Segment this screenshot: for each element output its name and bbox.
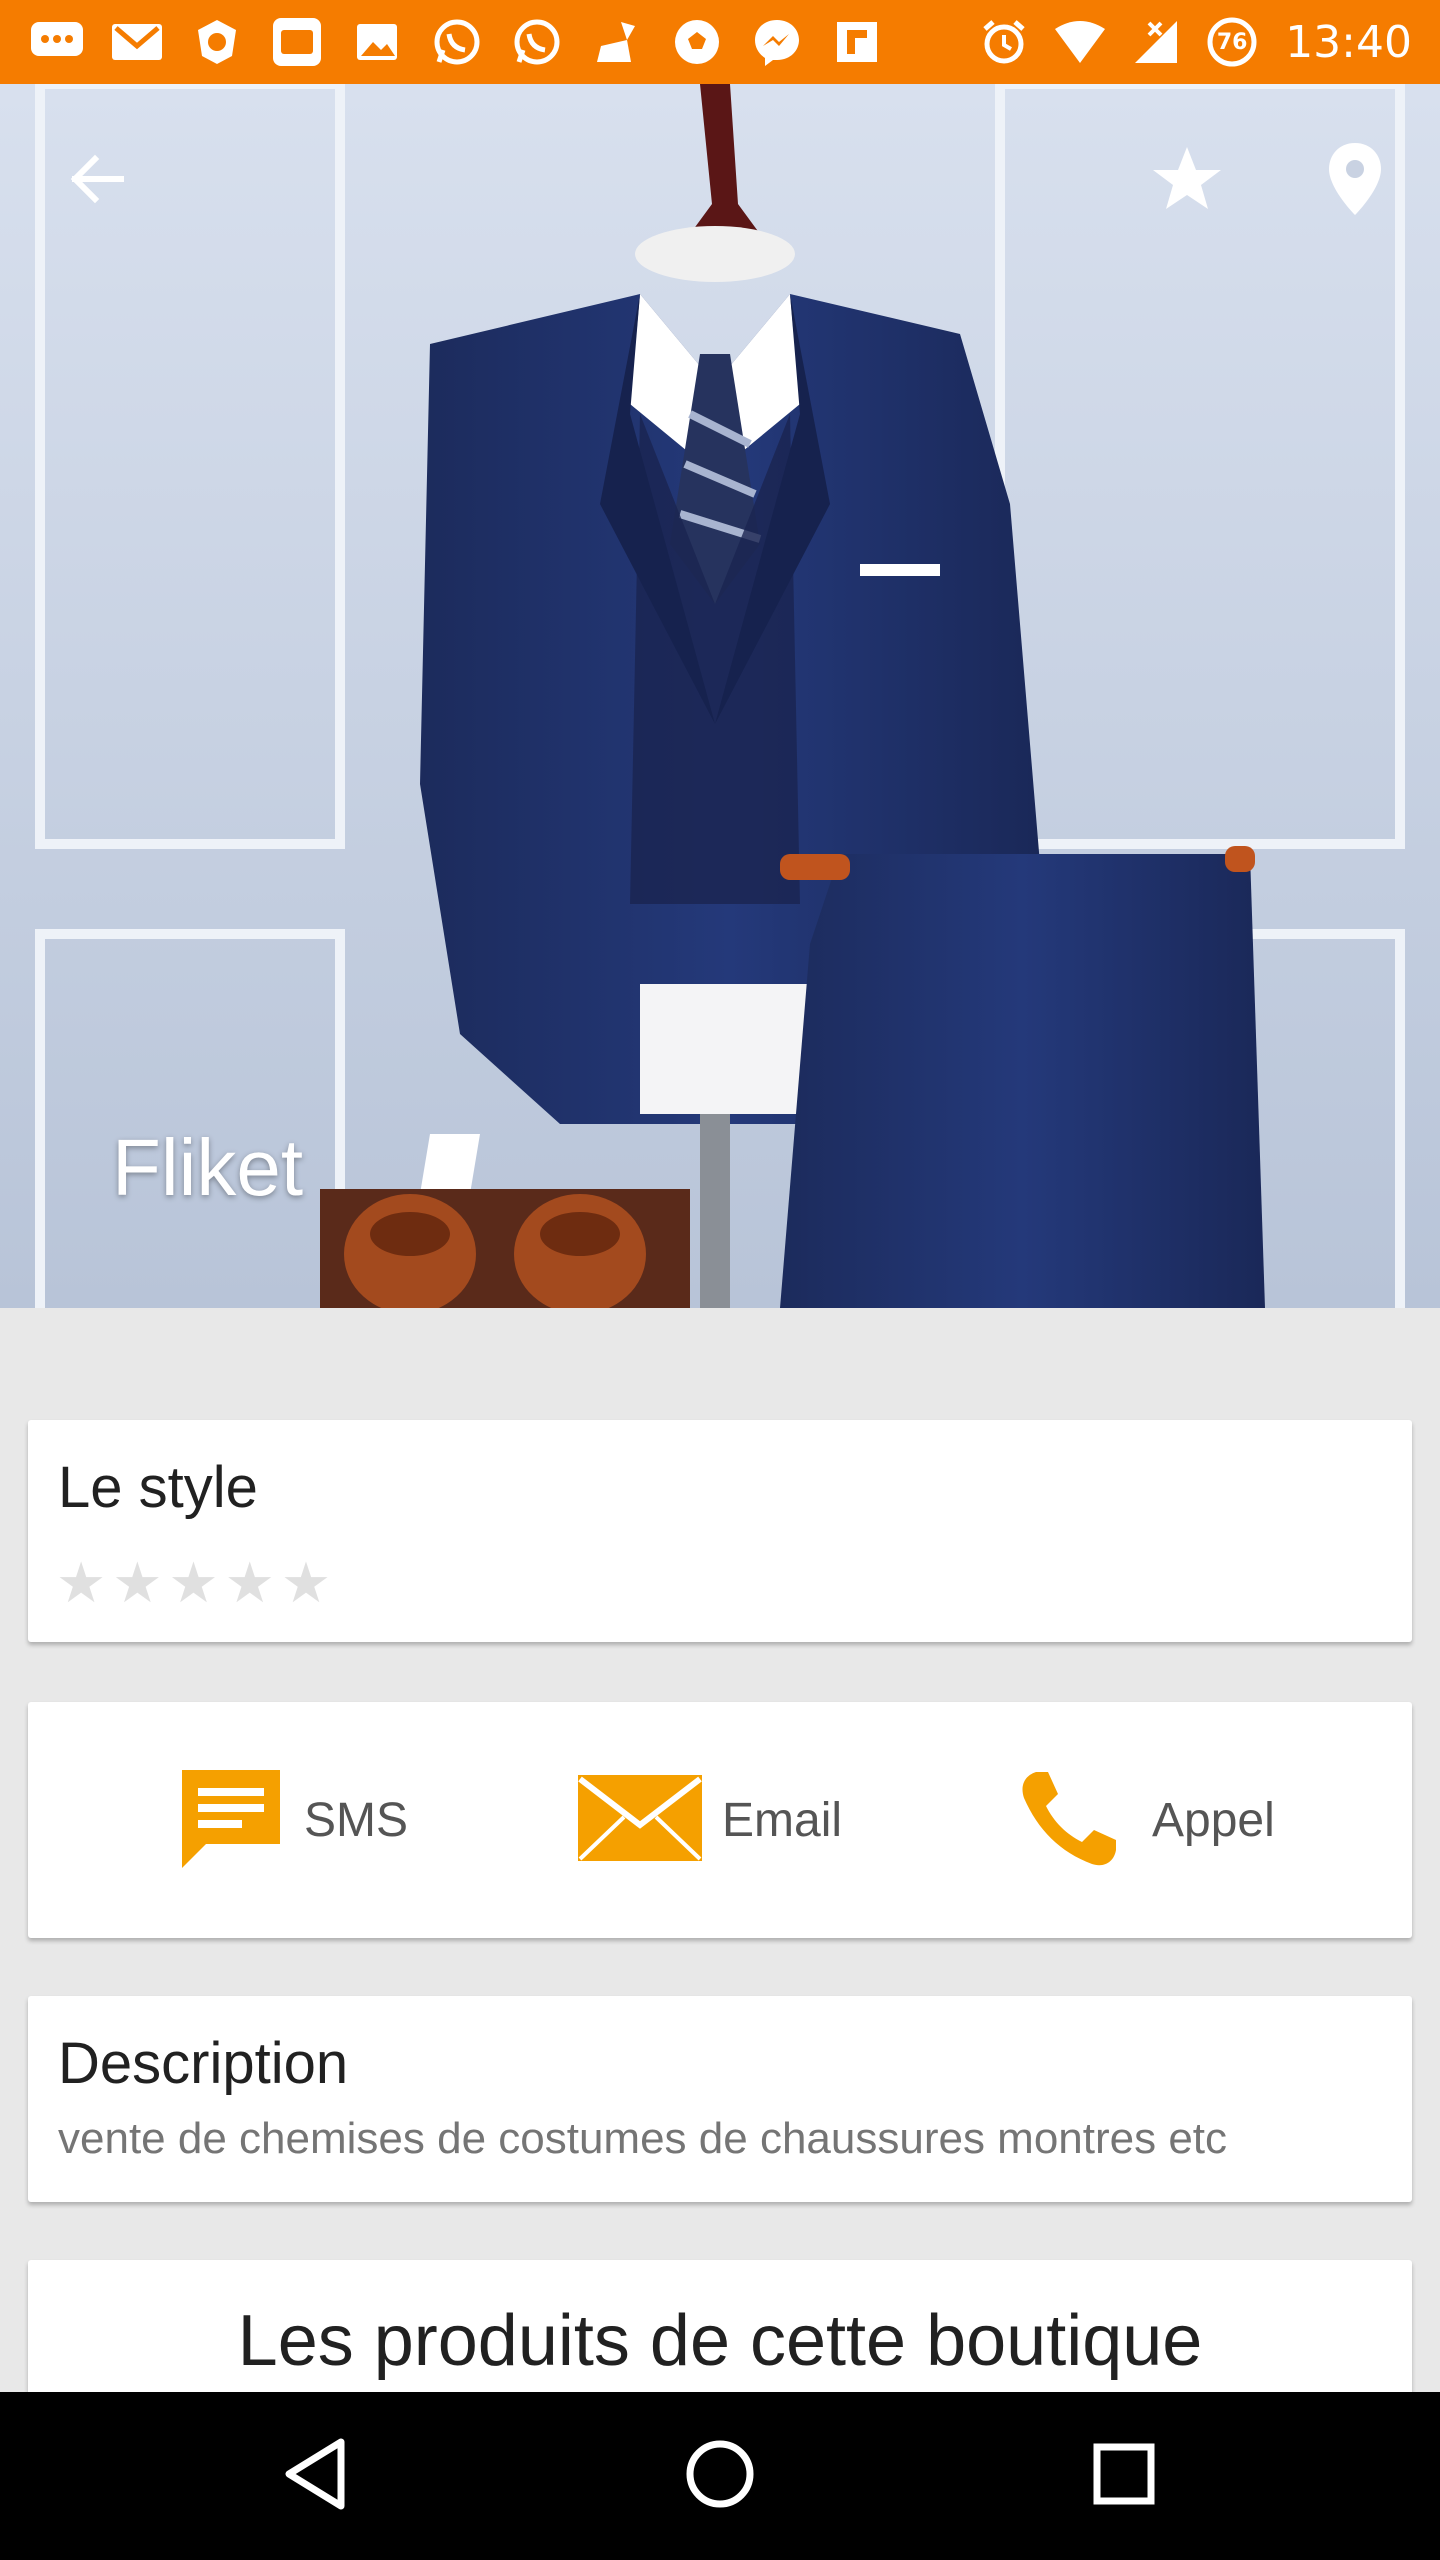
sms-button[interactable]: SMS: [176, 1764, 408, 1876]
shop-name: Fliket: [112, 1123, 304, 1212]
back-button[interactable]: [52, 136, 142, 226]
star-icon: [1151, 143, 1223, 219]
sms-icon: [176, 1764, 286, 1876]
nav-home-button[interactable]: [670, 2426, 770, 2526]
notification-icons: [28, 14, 886, 70]
email-button[interactable]: Email: [576, 1764, 842, 1876]
sms-label: SMS: [304, 1793, 409, 1847]
star-icon[interactable]: ★: [225, 1556, 275, 1612]
whatsapp-icon: [508, 14, 566, 70]
style-card: Le style ★ ★ ★ ★ ★: [28, 1420, 1412, 1642]
app-icon: [268, 14, 326, 70]
navigation-bar: [0, 2392, 1440, 2560]
favorite-button[interactable]: [1142, 136, 1232, 226]
star-icon[interactable]: ★: [112, 1556, 162, 1612]
star-icon[interactable]: ★: [168, 1556, 218, 1612]
messages-icon: [28, 14, 86, 70]
battery-level: 76: [1216, 29, 1248, 55]
call-label: Appel: [1152, 1793, 1275, 1847]
system-icons: 76 13:40: [975, 14, 1412, 70]
nav-recent-button[interactable]: [1074, 2426, 1174, 2526]
wifi-icon: [1051, 14, 1109, 70]
arrow-back-icon: [65, 147, 129, 215]
location-pin-icon: [1325, 141, 1385, 221]
nav-home-icon: [682, 2436, 758, 2516]
messenger-icon: [748, 14, 806, 70]
nav-back-icon: [281, 2436, 351, 2516]
cleaner-icon: [588, 14, 646, 70]
hero-image: Fliket: [0, 84, 1440, 1308]
signal-icon: [1127, 14, 1185, 70]
status-bar: 76 13:40: [0, 0, 1440, 84]
description-card: Description vente de chemises de costume…: [28, 1996, 1412, 2202]
star-icon[interactable]: ★: [281, 1556, 331, 1612]
gallery-icon: [348, 14, 406, 70]
alarm-icon: [975, 14, 1033, 70]
email-label: Email: [722, 1793, 843, 1847]
rating-stars[interactable]: ★ ★ ★ ★ ★: [56, 1556, 331, 1612]
whatsapp-icon: [428, 14, 486, 70]
star-icon[interactable]: ★: [56, 1556, 106, 1612]
style-title: Le style: [58, 1455, 258, 1520]
clock: 13:40: [1285, 16, 1412, 68]
description-text: vente de chemises de costumes de chaussu…: [58, 2114, 1228, 2163]
app-icon: [188, 14, 246, 70]
description-title: Description: [58, 2031, 349, 2096]
flipboard-icon: [828, 14, 886, 70]
call-button[interactable]: Appel: [1016, 1764, 1275, 1876]
nav-back-button[interactable]: [266, 2426, 366, 2526]
soccer-icon: [668, 14, 726, 70]
phone-icon: [1016, 1768, 1120, 1872]
contact-card: SMS Email Appel: [28, 1702, 1412, 1938]
products-title: Les produits de cette boutique: [237, 2301, 1203, 2381]
email-icon: [576, 1773, 704, 1867]
nav-recent-icon: [1091, 2441, 1157, 2511]
battery-icon: 76: [1203, 14, 1261, 70]
location-button[interactable]: [1310, 136, 1400, 226]
gmail-icon: [108, 14, 166, 70]
